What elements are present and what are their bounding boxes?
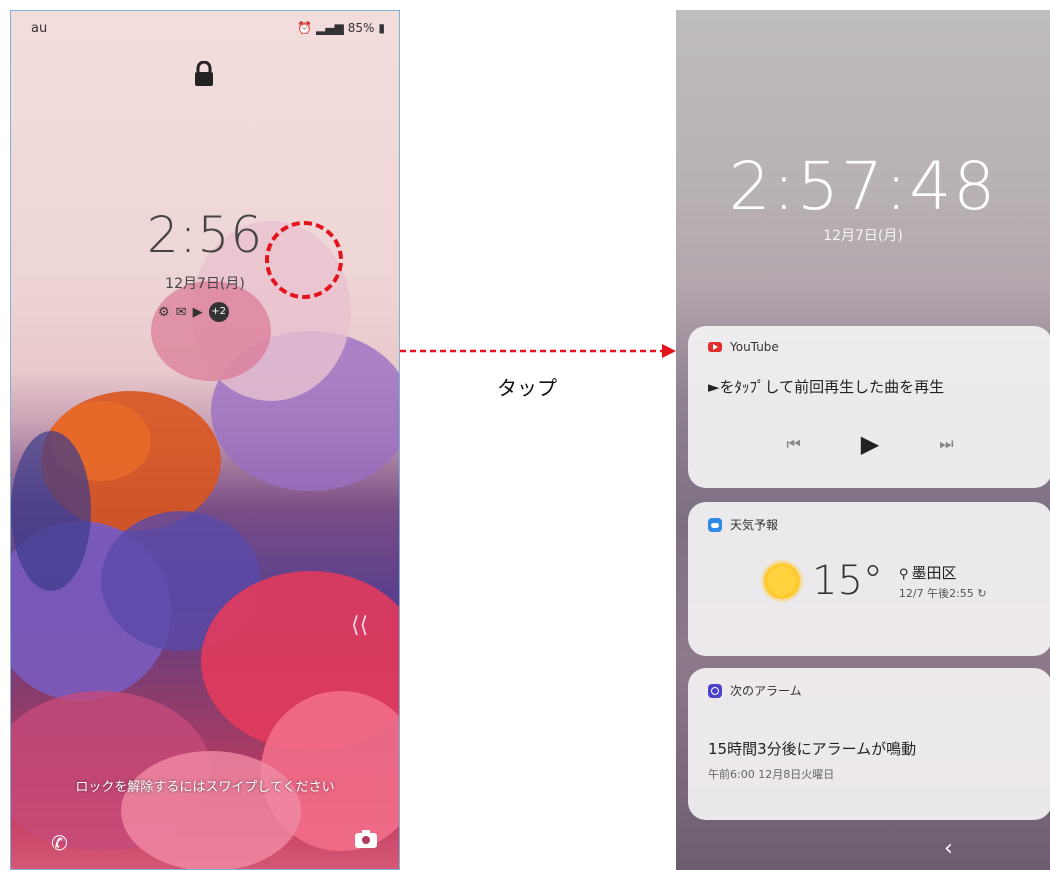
carrier-label: au — [31, 21, 48, 36]
skip-previous-icon[interactable]: ⏮ — [786, 434, 800, 454]
battery-percent: 85% — [347, 21, 375, 35]
edge-panel-handle-icon[interactable]: ⟨⟨ — [351, 613, 368, 638]
tap-arrow — [400, 344, 676, 358]
youtube-icon — [708, 342, 722, 352]
location-block: ⚲ 墨田区 12/7 午後2:55 ↻ — [899, 562, 987, 601]
status-icons: ⏰ ▂▄▆ 85% ▮ — [297, 21, 385, 35]
location-name: 墨田区 — [911, 563, 957, 582]
signal-icon: ▂▄▆ — [316, 21, 344, 35]
alarm-subtitle: 午前6:00 12月8日火曜日 — [708, 768, 835, 781]
tap-target-highlight — [265, 221, 343, 299]
youtube-message: ►をﾀｯﾌﾟして前回再生した曲を再生 — [708, 378, 945, 396]
location-pin-icon: ⚲ — [898, 566, 909, 582]
unlock-hint-text: ロックを解除するにはスワイプしてください — [75, 780, 335, 795]
status-bar: au ⏰ ▂▄▆ 85% ▮ — [11, 11, 399, 47]
refresh-icon[interactable]: ↻ — [977, 587, 986, 600]
expanded-date: 12月7日(月) — [823, 228, 903, 244]
youtube-card-header: YouTube — [708, 340, 779, 354]
expanded-clock: 2:57:48 — [728, 148, 998, 225]
settings-gear-icon: ⚙ — [158, 304, 170, 320]
camera-shortcut-icon[interactable] — [354, 829, 378, 849]
lock-screen-expanded: 2:57:48 12月7日(月) YouTube ►をﾀｯﾌﾟして前回再生した曲… — [676, 10, 1050, 870]
sunny-icon — [764, 563, 800, 599]
weather-card-header: 天気予報 — [708, 516, 778, 533]
battery-icon: ▮ — [378, 21, 385, 35]
alarm-app-name: 次のアラーム — [730, 684, 802, 698]
back-icon[interactable]: ‹ — [944, 836, 953, 861]
notification-icons[interactable]: ⚙ ✉ ▶ +2 — [158, 302, 229, 322]
youtube-app-name: YouTube — [730, 340, 779, 354]
alarm-title: 15時間3分後にアラームが鳴動 — [708, 740, 917, 758]
more-notifications-badge: +2 — [208, 302, 229, 322]
alarm-icon: ⏰ — [297, 21, 313, 35]
comparison-canvas: au ⏰ ▂▄▆ 85% ▮ 2:56 12月7日(月) ⚙ ✉ ▶ +2 ⟨⟨… — [0, 0, 1050, 870]
play-icon[interactable]: ▶ — [861, 430, 879, 458]
next-alarm-card[interactable]: 次のアラーム 15時間3分後にアラームが鳴動 午前6:00 12月8日火曜日 — [688, 668, 1050, 820]
weather-body: 15° ⚲ 墨田区 12/7 午後2:55 ↻ — [764, 558, 987, 604]
youtube-media-card[interactable]: YouTube ►をﾀｯﾌﾟして前回再生した曲を再生 ⏮ ▶ ⏭ — [688, 326, 1050, 488]
media-controls: ⏮ ▶ ⏭ — [688, 430, 1050, 458]
lock-icon — [195, 61, 213, 86]
lock-screen: au ⏰ ▂▄▆ 85% ▮ 2:56 12月7日(月) ⚙ ✉ ▶ +2 ⟨⟨… — [10, 10, 400, 870]
wallpaper-petals — [11, 221, 399, 869]
lock-date: 12月7日(月) — [165, 276, 245, 292]
weather-updated-time: 12/7 午後2:55 — [898, 586, 974, 600]
weather-app-name: 天気予報 — [730, 518, 779, 532]
phone-shortcut-icon[interactable]: ✆ — [51, 831, 68, 855]
clock-app-icon — [708, 683, 722, 698]
weather-app-icon — [708, 517, 722, 532]
temperature: 15° — [812, 558, 883, 604]
alarm-card-header: 次のアラーム — [708, 682, 802, 699]
play-store-icon: ▶ — [192, 304, 203, 320]
mail-icon: ✉ — [175, 304, 187, 320]
skip-next-icon[interactable]: ⏭ — [939, 434, 953, 454]
tap-label: タップ — [497, 376, 557, 400]
weather-card[interactable]: 天気予報 15° ⚲ 墨田区 12/7 午後2:55 ↻ — [688, 502, 1050, 656]
